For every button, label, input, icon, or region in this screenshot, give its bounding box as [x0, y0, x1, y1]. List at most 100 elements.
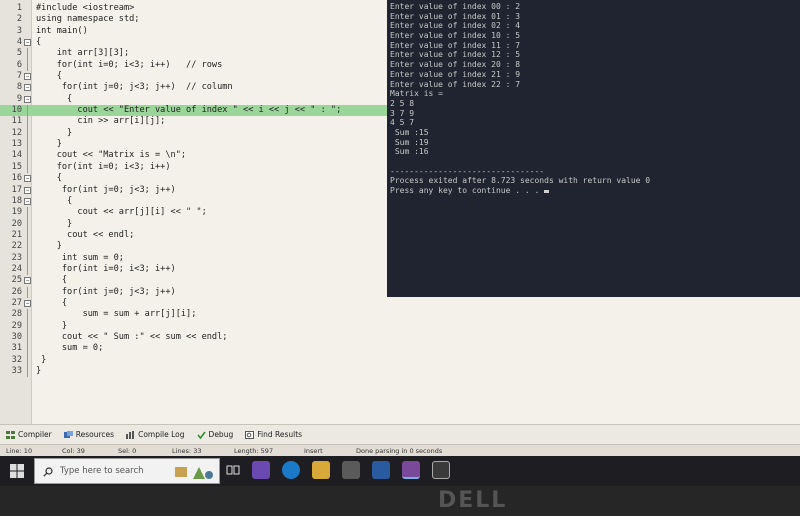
code-line[interactable]: 28 sum = sum + arr[j][i];: [0, 309, 800, 321]
console-line: Enter value of index 21 : 9: [390, 69, 521, 79]
fold-guide: [27, 116, 28, 128]
fold-guide: [27, 48, 28, 60]
fold-guide: [27, 309, 28, 321]
console-line: Enter value of index 02 : 4: [390, 21, 521, 31]
line-number: 16: [11, 173, 22, 184]
search-highlight-icon: [175, 467, 213, 479]
outlook-icon[interactable]: [372, 461, 390, 479]
copilot-icon[interactable]: [252, 461, 270, 479]
console-line: Sum :16: [390, 147, 429, 157]
code-text: cout << endl;: [36, 229, 135, 240]
bottom-panel-tabs: Compiler Resources Compile Log Debug Fin…: [0, 424, 800, 444]
console-line: Enter value of index 11 : 7: [390, 40, 521, 50]
fold-guide: [27, 263, 28, 276]
line-number: 24: [11, 263, 22, 274]
taskbar-search-input[interactable]: Type here to search: [34, 458, 220, 484]
code-text: cin >> arr[i][j];: [36, 116, 166, 127]
code-text: cout << "Matrix is = \n";: [36, 150, 187, 161]
code-line[interactable]: 33}: [0, 366, 800, 378]
line-number: 17: [11, 184, 22, 195]
code-text: for(int j=0; j<3; j++): [36, 286, 176, 297]
console-line: Sum :15: [390, 127, 429, 137]
line-number: 18: [11, 195, 22, 206]
code-line[interactable]: 31 sum = 0;: [0, 343, 800, 355]
tab-compiler[interactable]: Compiler: [6, 430, 52, 439]
fold-guide: [27, 150, 28, 162]
file-explorer-icon[interactable]: [312, 461, 330, 479]
code-text: for(int i=0; i<3; i++): [36, 263, 176, 274]
monitor-bezel: [0, 486, 800, 516]
line-number: 4: [16, 37, 22, 48]
line-number: 7: [16, 71, 22, 82]
code-text: {: [36, 71, 62, 82]
debug-check-icon: [196, 431, 206, 439]
devcpp-icon[interactable]: [402, 461, 420, 479]
code-text: {: [36, 275, 68, 286]
console-line: Enter value of index 00 : 2: [390, 2, 521, 11]
line-number: 23: [11, 252, 22, 263]
console-line: Sum :19: [390, 137, 429, 147]
code-text: sum = 0;: [36, 343, 104, 354]
line-number: 2: [16, 14, 22, 25]
fold-toggle-icon[interactable]: −: [24, 197, 31, 205]
code-text: }: [36, 218, 73, 229]
fold-guide: [27, 320, 28, 332]
line-number: 8: [16, 82, 22, 93]
line-number: 5: [16, 48, 22, 59]
fold-toggle-icon[interactable]: −: [24, 299, 31, 307]
tab-compile-log[interactable]: Compile Log: [126, 430, 185, 439]
tab-compiler-label: Compiler: [18, 430, 52, 439]
console-line: Enter value of index 12 : 5: [390, 50, 521, 60]
tab-debug[interactable]: Debug: [196, 430, 233, 439]
fold-toggle-icon[interactable]: −: [24, 175, 31, 183]
code-line[interactable]: 32 }: [0, 354, 800, 366]
fold-guide: [27, 161, 28, 174]
tab-find-results[interactable]: Find Results: [245, 430, 302, 439]
line-number: 30: [11, 331, 22, 342]
line-number: 14: [11, 150, 22, 161]
fold-toggle-icon[interactable]: −: [24, 186, 31, 194]
console-line: 4 5 7: [390, 118, 415, 128]
code-line[interactable]: 27− {: [0, 298, 800, 309]
fold-toggle-icon[interactable]: −: [24, 277, 31, 285]
line-number: 15: [11, 161, 22, 172]
windows-start-icon[interactable]: [10, 464, 24, 478]
code-text: }: [36, 366, 42, 376]
code-text: }: [36, 127, 73, 138]
code-text: {: [36, 195, 73, 206]
status-bar: Line: 10 Col: 39 Sel: 0 Lines: 33 Length…: [0, 444, 800, 456]
fold-toggle-icon[interactable]: −: [24, 39, 31, 47]
fold-toggle-icon[interactable]: −: [24, 84, 31, 92]
line-number: 3: [16, 25, 22, 36]
code-line[interactable]: 29 }: [0, 320, 800, 332]
fold-guide: [27, 218, 28, 230]
code-text: for(int j=0; j<3; j++) // column: [36, 82, 233, 93]
code-text: {: [36, 93, 73, 104]
fold-guide: [27, 241, 28, 253]
console-window[interactable]: Enter value of index 00 : 2 Enter value o…: [387, 0, 800, 297]
tab-resources[interactable]: Resources: [63, 430, 114, 439]
code-text: cout << " Sum :" << sum << endl;: [36, 331, 228, 342]
code-text: cout << "Enter value of index " << i << …: [36, 105, 342, 116]
code-text: int main(): [36, 25, 88, 36]
code-line[interactable]: 30 cout << " Sum :" << sum << endl;: [0, 331, 800, 344]
task-view-icon[interactable]: [224, 461, 242, 479]
fold-toggle-icon[interactable]: −: [24, 73, 31, 81]
fold-toggle-icon[interactable]: −: [24, 95, 31, 103]
fold-guide: [27, 331, 28, 344]
line-number: 13: [11, 139, 22, 150]
console-line: 3 7 9: [390, 108, 415, 118]
console-line: Enter value of index 20 : 8: [390, 60, 521, 70]
fold-guide: [27, 354, 28, 366]
edge-icon[interactable]: [282, 461, 300, 479]
taskbar: Type here to search: [0, 456, 800, 486]
line-number: 12: [11, 127, 22, 138]
code-text: #include <iostream>: [36, 3, 135, 13]
status-lines: Lines: 33: [172, 446, 202, 455]
line-number: 29: [11, 320, 22, 331]
console-line: Press any key to continue . . .: [390, 186, 800, 196]
compiler-icon: [6, 430, 15, 439]
console-task-icon[interactable]: [432, 461, 450, 479]
store-icon[interactable]: [342, 461, 360, 479]
